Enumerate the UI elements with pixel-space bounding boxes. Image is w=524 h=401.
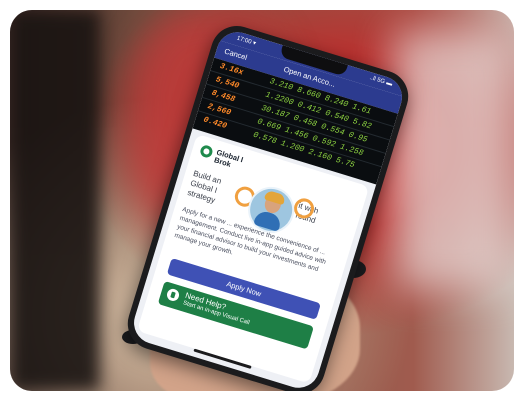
cancel-button[interactable]: Cancel <box>223 47 248 62</box>
status-time: 17:00 ▾ <box>235 35 257 48</box>
photo-background: 17:00 ▾ ..ll 5G ▬ Cancel Open an Acco...… <box>10 10 514 391</box>
background-dark-edge <box>10 10 100 391</box>
call-icon <box>165 287 181 303</box>
globe-logo-icon <box>198 143 214 159</box>
status-signal: ..ll 5G ▬ <box>368 75 393 88</box>
background-light-wall <box>394 30 514 290</box>
